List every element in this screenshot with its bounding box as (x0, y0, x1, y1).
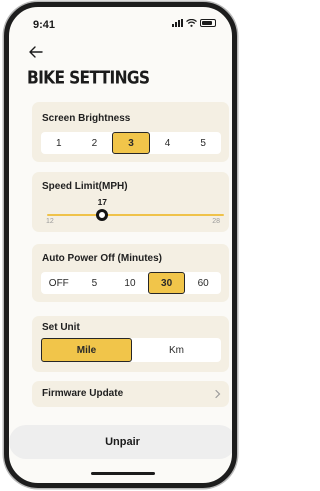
auto-power-off-selector: OFF 5 10 30 60 (41, 272, 221, 294)
set-unit-selector: Mile Km (41, 338, 221, 362)
auto-power-off-card: Auto Power Off (Minutes) OFF 5 10 30 60 (32, 244, 229, 302)
chevron-right-icon (215, 389, 221, 399)
wifi-icon (186, 19, 197, 27)
set-unit-card: Set Unit Mile Km (32, 316, 229, 372)
power-off-option[interactable]: 60 (185, 272, 221, 294)
set-unit-label: Set Unit (42, 322, 80, 333)
brightness-option[interactable]: 3 (112, 132, 150, 154)
speed-limit-slider-thumb[interactable] (96, 209, 109, 221)
brightness-option[interactable]: 4 (150, 132, 186, 154)
firmware-update-label: Firmware Update (42, 388, 124, 399)
speed-limit-max: 28 (212, 218, 220, 225)
screen-brightness-selector: 1 2 3 4 5 (41, 132, 221, 154)
status-bar: 9:41 (9, 7, 232, 33)
status-time: 9:41 (33, 19, 56, 31)
cellular-signal-icon (172, 19, 183, 27)
brightness-option[interactable]: 1 (41, 132, 77, 154)
brightness-option[interactable]: 2 (77, 132, 113, 154)
power-off-option[interactable]: 30 (147, 272, 186, 294)
power-off-option[interactable]: OFF (41, 272, 77, 294)
battery-icon (200, 19, 216, 27)
screen-brightness-label: Screen Brightness (42, 113, 131, 124)
status-icons (172, 19, 216, 27)
home-indicator (91, 472, 155, 475)
unit-option-mile[interactable]: Mile (41, 338, 132, 362)
speed-limit-card: Speed Limit(MPH) 17 12 28 (32, 172, 229, 232)
back-arrow-icon[interactable] (27, 43, 45, 61)
speed-limit-slider[interactable] (47, 209, 224, 221)
firmware-update-row[interactable]: Firmware Update (32, 381, 229, 407)
unit-option-km[interactable]: Km (132, 338, 221, 362)
speed-limit-min: 12 (46, 218, 54, 225)
speed-limit-value: 17 (97, 197, 108, 207)
power-off-option[interactable]: 10 (112, 272, 148, 294)
page-title: BIKE SETTINGS (27, 68, 150, 89)
brightness-option[interactable]: 5 (185, 132, 221, 154)
speed-limit-label: Speed Limit(MPH) (42, 181, 128, 192)
screen-brightness-card: Screen Brightness 1 2 3 4 5 (32, 102, 229, 162)
phone-frame: 9:41 BIKE SETTINGS Screen Brightness 1 2… (4, 2, 237, 488)
power-off-option[interactable]: 5 (77, 272, 113, 294)
unpair-button[interactable]: Unpair (9, 425, 232, 459)
auto-power-off-label: Auto Power Off (Minutes) (42, 253, 162, 264)
